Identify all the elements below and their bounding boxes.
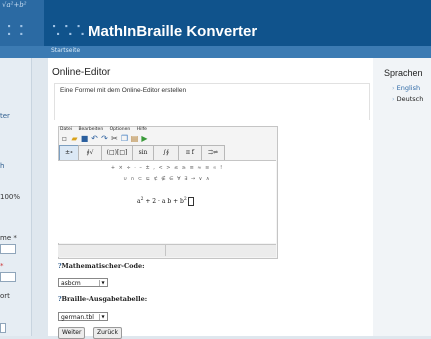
tab-brackets[interactable]: (□)[□] [101,145,133,161]
save-icon[interactable]: ■ [80,134,89,143]
redo-icon[interactable]: ↷ [100,134,109,143]
breadcrumb[interactable]: Startseite [51,47,80,54]
braille-table-select[interactable]: german.tbl ▼ [58,312,108,321]
next-button[interactable]: Weiter [58,327,86,339]
left-item[interactable]: h [0,162,4,170]
chevron-down-icon: ▼ [99,314,106,320]
tab-functions[interactable]: sin [132,145,154,161]
logo-braille: ⠨⠨ [2,24,27,40]
math-code-label: ?Mathematischer-Code: [58,262,145,270]
left-item[interactable]: ter [0,112,10,120]
menu-options[interactable]: Optionen [110,127,131,132]
symbol-palette [58,160,276,186]
paste-icon[interactable]: ▤ [130,134,139,143]
left-item: me * [0,234,17,242]
braille-table-label: ?Braille-Ausgabetabelle: [58,295,148,303]
editor-statusbar [58,244,276,257]
tab-integrals[interactable]: ∫∮ [153,145,179,161]
new-icon[interactable]: ▫ [60,134,69,143]
languages-title: Sprachen [384,68,423,78]
menu-file[interactable]: Datei [60,127,72,132]
tab-greek[interactable]: π f [178,145,202,161]
formula-edit-area[interactable] [58,185,276,243]
menu-edit[interactable]: Bearbeiten [78,127,103,132]
formula-exponent: 2 [140,197,144,202]
editor-menubar: Datei Bearbeiten Optionen Hilfe [60,127,152,132]
left-item: ort [0,292,10,300]
formula-rest: + 2 · a b + b [145,198,184,205]
formula-text: a2 + 2 · a b + b2 [137,197,194,206]
left-item: 100% [0,193,21,201]
chevron-down-icon: ▼ [99,280,106,286]
open-icon[interactable]: ▰ [70,134,79,143]
tab-operators[interactable]: ±∘ ≥∪ [59,145,79,170]
tab-arrows[interactable]: ⇉⇌ [201,145,225,161]
undo-icon[interactable]: ↶ [90,134,99,143]
logo[interactable]: √a²+b² ⠨⠨ [0,0,44,46]
section-label: Eine Formel mit dem Online-Editor erstel… [60,87,187,94]
bullet-icon: › [392,95,395,103]
bullet-icon: › [392,84,395,92]
math-code-select[interactable]: asbcm ▼ [58,278,108,287]
lang-deutsch[interactable]: › Deutsch [392,95,423,103]
page-title: Online-Editor [52,67,111,78]
status-divider [165,244,166,256]
left-input[interactable] [0,244,16,254]
braille-decoration: ⠡⠡⠡ [51,24,88,40]
lang-english[interactable]: › English [392,84,420,92]
symbol-row[interactable]: ∪ ∩ ⊂ ⊆ ⊄ ∉ ∈ ∀ ∃ → ∨ ∧ [58,176,276,182]
left-input[interactable] [0,323,6,333]
menu-help[interactable]: Hilfe [137,127,147,132]
app-title: MathInBraille Konverter [88,23,258,40]
cut-icon[interactable]: ✂ [110,134,119,143]
cursor [187,197,194,206]
left-item: * [0,262,4,270]
formula-exponent-2: 2 [183,197,187,202]
left-input[interactable] [0,272,16,282]
symbol-row[interactable]: + × ÷ · – ± , < > ≤ ≥ ≡ ≈ ≅ ∝ ! [58,165,276,171]
back-button[interactable]: Zurück [93,327,122,339]
copy-icon[interactable]: ❐ [120,134,129,143]
tab-roots[interactable]: ∮√ [78,145,102,161]
logo-formula: √a²+b² [2,1,27,9]
help-icon[interactable]: ▶ [140,134,149,143]
